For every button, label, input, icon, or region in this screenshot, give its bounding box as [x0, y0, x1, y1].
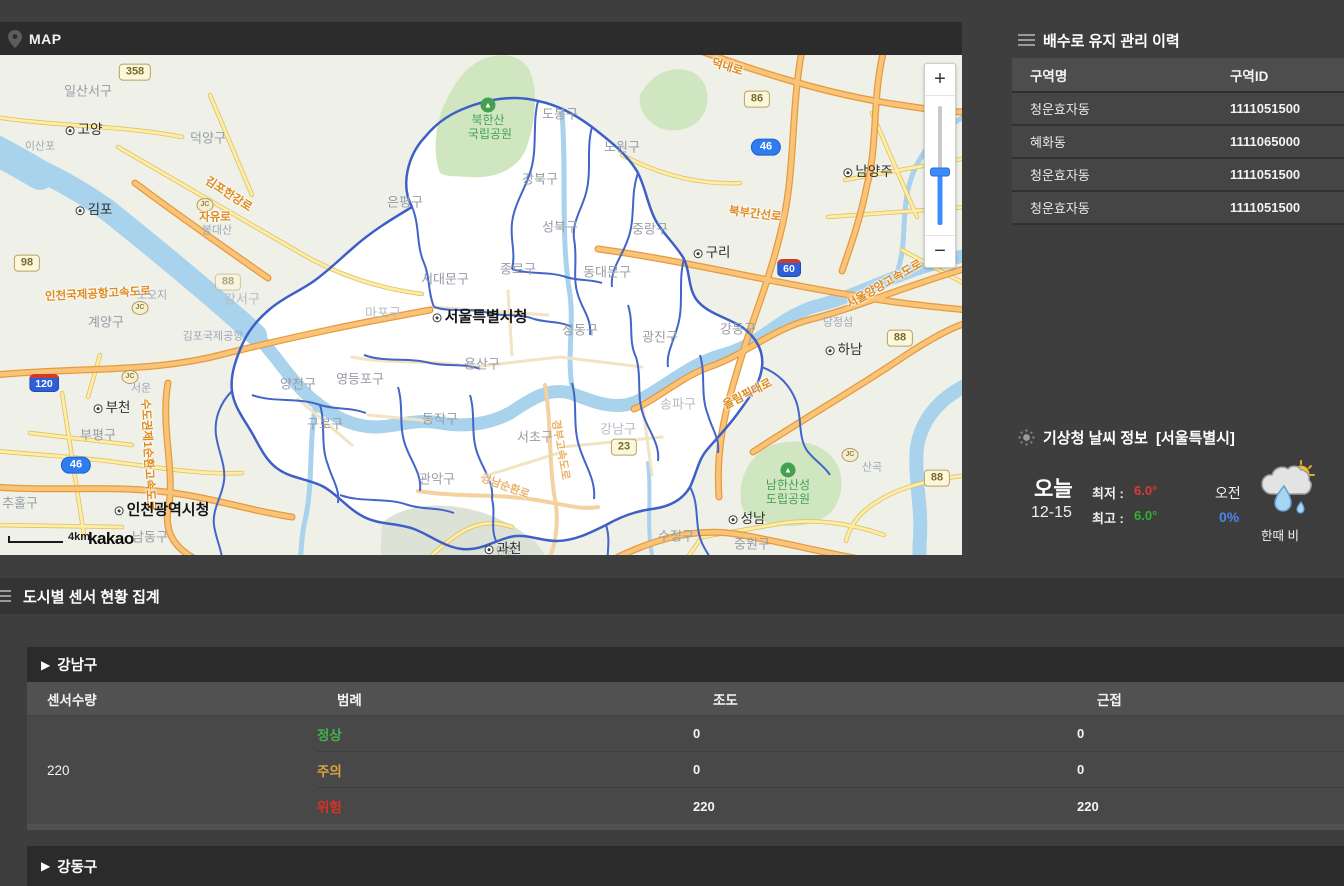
- sensor-section-gangdong: ▶ 강동구: [27, 846, 1344, 886]
- column-zone-id: 구역ID: [1230, 65, 1344, 85]
- illuminance-value: 220: [693, 799, 1077, 814]
- weather-region: [서울특별시]: [1156, 427, 1235, 448]
- sensor-count-value: 220: [27, 716, 317, 824]
- sensor-table-header: 센서수량 범례 조도 근접: [27, 682, 1344, 716]
- illuminance-value: 0: [693, 726, 1077, 741]
- history-panel-header: 배수로 유지 관리 이력: [1012, 22, 1344, 58]
- sensor-table-body: 220 정상00주의00위험220220: [27, 716, 1344, 824]
- sensor-panel-title: 도시별 센서 현황 집계: [23, 586, 160, 607]
- history-panel-title: 배수로 유지 관리 이력: [1043, 30, 1180, 51]
- expand-triangle-icon: ▶: [41, 658, 50, 672]
- weather-day-label: 오늘: [1034, 473, 1073, 503]
- zone-id-cell: 1111065000: [1230, 134, 1344, 149]
- weather-panel-header: 기상청 날씨 정보 [서울특별시]: [1012, 420, 1344, 454]
- expand-triangle-icon: ▶: [41, 859, 50, 873]
- zone-name-cell: 청운효자동: [1030, 165, 1230, 184]
- sensor-row: 정상00: [317, 716, 1344, 752]
- section-bar-gangdong[interactable]: ▶ 강동구: [27, 846, 1344, 886]
- legend-label: 주의: [317, 760, 693, 780]
- history-panel: 배수로 유지 관리 이력 구역명 구역ID 청운효자동1111051500혜화동…: [1012, 22, 1344, 225]
- zoom-slider[interactable]: [925, 96, 955, 235]
- weather-panel-body: 오늘 12-15 최저 : 6.0° 최고 : 6.0° 오전 0% 한때 비: [1012, 456, 1344, 557]
- weather-period-label: 오전: [1215, 483, 1241, 503]
- zone-name-cell: 혜화동: [1030, 132, 1230, 151]
- sensor-table-footer: [27, 824, 1344, 830]
- weather-condition-icon: [1260, 460, 1316, 520]
- weather-condition-label: 한때 비: [1261, 525, 1299, 544]
- scale-label: 4km: [68, 531, 90, 543]
- zoom-slider-handle[interactable]: [930, 168, 950, 177]
- low-temp-label: 최저 :: [1092, 483, 1124, 502]
- proximity-value: 0: [1077, 762, 1344, 777]
- low-value: 6.0°: [1134, 483, 1157, 498]
- section-bar-gangnam[interactable]: ▶ 강남구: [27, 647, 1344, 682]
- zone-name-cell: 청운효자동: [1030, 99, 1230, 118]
- high-temp-label: 최고 :: [1092, 508, 1124, 527]
- kakao-logo: kakao: [88, 529, 134, 549]
- zone-name-cell: 청운효자동: [1030, 198, 1230, 217]
- zone-id-cell: 1111051500: [1230, 167, 1344, 182]
- zoom-out-button[interactable]: −: [925, 235, 955, 267]
- column-legend: 범례: [337, 689, 713, 709]
- sensor-section-gangnam: ▶ 강남구 센서수량 범례 조도 근접 220 정상00주의00위험220220: [27, 647, 1344, 830]
- weather-panel-title: 기상청 날씨 정보: [1043, 427, 1148, 448]
- map-canvas[interactable]: 일산서구고양덕양구이산포3588646덕내로김포김포한강로JC자유로봉대산98인…: [0, 55, 962, 555]
- legend-label: 정상: [317, 724, 693, 744]
- sensor-rows: 정상00주의00위험220220: [317, 716, 1344, 824]
- high-value: 6.0°: [1134, 508, 1157, 523]
- table-row[interactable]: 혜화동1111065000: [1012, 126, 1344, 159]
- illuminance-value: 0: [693, 762, 1077, 777]
- zoom-slider-fill: [938, 172, 943, 225]
- proximity-value: 220: [1077, 799, 1344, 814]
- column-illuminance: 조도: [713, 689, 1097, 709]
- sensor-row: 위험220220: [317, 788, 1344, 824]
- scale-line: [8, 536, 63, 543]
- map-panel-title: MAP: [29, 31, 62, 47]
- list-icon: [1018, 34, 1035, 36]
- weather-date: 12-15: [1031, 504, 1072, 522]
- map-panel: MAP: [0, 22, 962, 555]
- section-name: 강동구: [57, 856, 97, 877]
- column-sensor-count: 센서수량: [47, 689, 337, 709]
- legend-label: 위험: [317, 796, 693, 816]
- list-icon: [0, 590, 11, 592]
- sensor-panel-header: 도시별 센서 현황 집계: [0, 578, 1344, 614]
- map-panel-header: MAP: [0, 22, 962, 55]
- precip-value: 0%: [1219, 509, 1239, 525]
- column-proximity: 근접: [1097, 689, 1344, 709]
- map-base: [0, 55, 962, 555]
- history-table-header: 구역명 구역ID: [1012, 58, 1344, 93]
- zone-id-cell: 1111051500: [1230, 101, 1344, 116]
- zone-id-cell: 1111051500: [1230, 200, 1344, 215]
- history-table-body: 청운효자동1111051500혜화동1111065000청운효자동1111051…: [1012, 93, 1344, 225]
- sun-icon: [1018, 429, 1035, 446]
- column-zone-name: 구역명: [1030, 65, 1230, 85]
- zoom-in-button[interactable]: +: [925, 64, 955, 96]
- proximity-value: 0: [1077, 726, 1344, 741]
- map-scale-bar: 4km: [8, 531, 90, 543]
- table-row[interactable]: 청운효자동1111051500: [1012, 93, 1344, 126]
- sensor-row: 주의00: [317, 752, 1344, 788]
- table-row[interactable]: 청운효자동1111051500: [1012, 192, 1344, 225]
- map-zoom-control: + −: [924, 63, 956, 268]
- section-name: 강남구: [57, 654, 97, 675]
- table-row[interactable]: 청운효자동1111051500: [1012, 159, 1344, 192]
- map-pin-icon: [8, 30, 22, 48]
